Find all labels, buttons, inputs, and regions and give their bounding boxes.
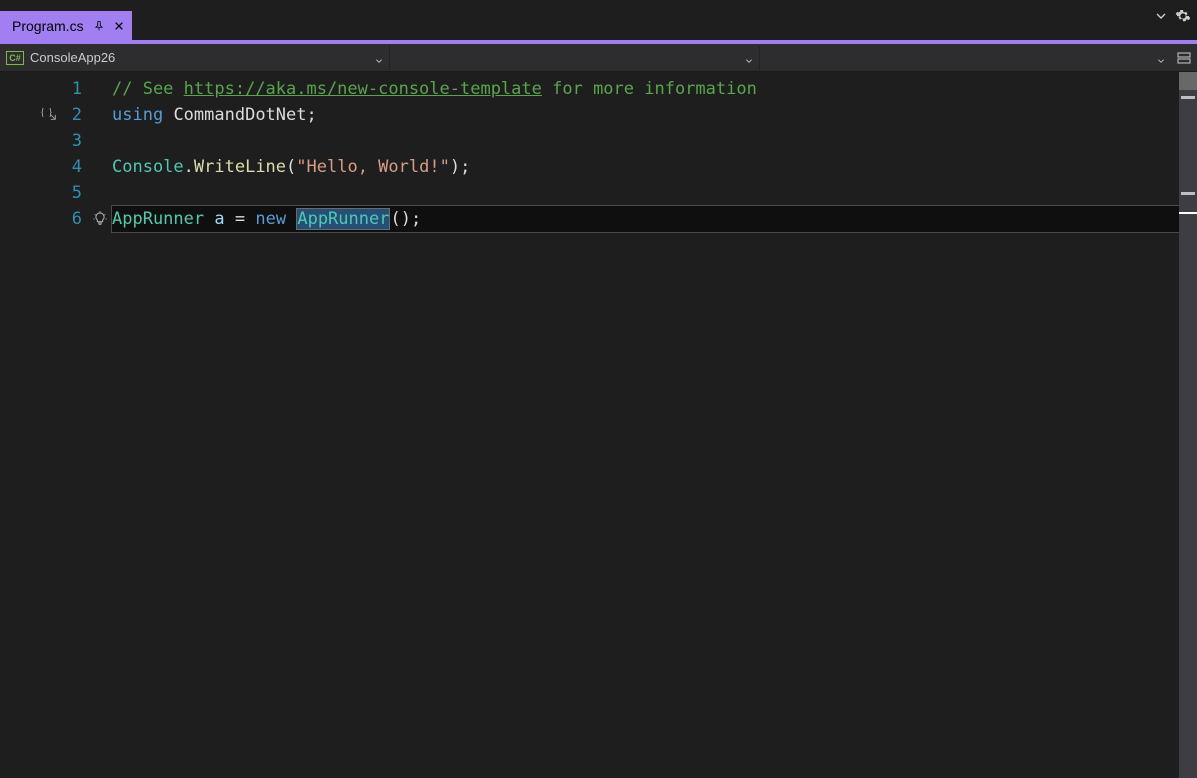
code-editor[interactable]: { } 1 2 3 4 5 6 // See https://aka.ms/ne… bbox=[0, 72, 1197, 778]
code-area[interactable]: // See https://aka.ms/new-console-templa… bbox=[112, 72, 1179, 778]
code-line[interactable] bbox=[112, 180, 1179, 206]
glyph-margin bbox=[88, 72, 112, 778]
tab-title: Program.cs bbox=[12, 18, 84, 34]
tab-strip: Program.cs bbox=[0, 0, 1197, 40]
template-link[interactable]: https://aka.ms/new-console-template bbox=[184, 79, 542, 99]
svg-text:{ }: { } bbox=[40, 106, 53, 118]
outline-margin: { } bbox=[0, 72, 34, 778]
type-selector[interactable] bbox=[390, 46, 760, 70]
code-line[interactable]: // See https://aka.ms/new-console-templa… bbox=[112, 76, 1179, 102]
close-icon[interactable] bbox=[114, 21, 124, 31]
chevron-down-icon bbox=[745, 53, 753, 68]
caret-position-mark bbox=[1179, 212, 1197, 214]
vertical-scrollbar[interactable] bbox=[1179, 72, 1197, 778]
selection: AppRunner bbox=[296, 208, 390, 230]
code-line[interactable]: Console.WriteLine("Hello, World!"); bbox=[112, 154, 1179, 180]
chevron-down-icon bbox=[1157, 53, 1165, 68]
line-number: 3 bbox=[34, 128, 82, 154]
lightbulb-icon[interactable] bbox=[88, 206, 112, 232]
tab-program-cs[interactable]: Program.cs bbox=[0, 11, 132, 40]
line-number-gutter: 1 2 3 4 5 6 bbox=[34, 72, 88, 778]
line-number: 5 bbox=[34, 180, 82, 206]
code-line[interactable]: using CommandDotNet; bbox=[112, 102, 1179, 128]
overview-mark bbox=[1181, 96, 1195, 99]
csharp-badge-icon: C# bbox=[6, 51, 24, 65]
line-number: 1 bbox=[34, 76, 82, 102]
code-line-current[interactable]: AppRunner a = new AppRunner(); bbox=[112, 206, 1179, 232]
scope-name: ConsoleApp26 bbox=[30, 50, 115, 65]
split-editor-icon[interactable] bbox=[1175, 49, 1193, 67]
window-menu-icon[interactable] bbox=[1155, 10, 1167, 25]
navigation-bar: C# ConsoleApp26 bbox=[0, 44, 1197, 72]
member-selector[interactable] bbox=[760, 46, 1171, 70]
line-number: 4 bbox=[34, 154, 82, 180]
line-number: 6 bbox=[34, 206, 82, 232]
code-line[interactable] bbox=[112, 128, 1179, 154]
gear-icon[interactable] bbox=[1175, 8, 1191, 27]
overview-mark bbox=[1181, 192, 1195, 195]
chevron-down-icon bbox=[375, 53, 383, 68]
brace-icon: { } bbox=[40, 104, 58, 126]
scope-selector[interactable]: C# ConsoleApp26 bbox=[0, 46, 390, 70]
editor-window: Program.cs C# ConsoleApp26 bbox=[0, 0, 1197, 778]
pin-icon[interactable] bbox=[94, 21, 104, 31]
scroll-up-button[interactable] bbox=[1179, 72, 1197, 90]
